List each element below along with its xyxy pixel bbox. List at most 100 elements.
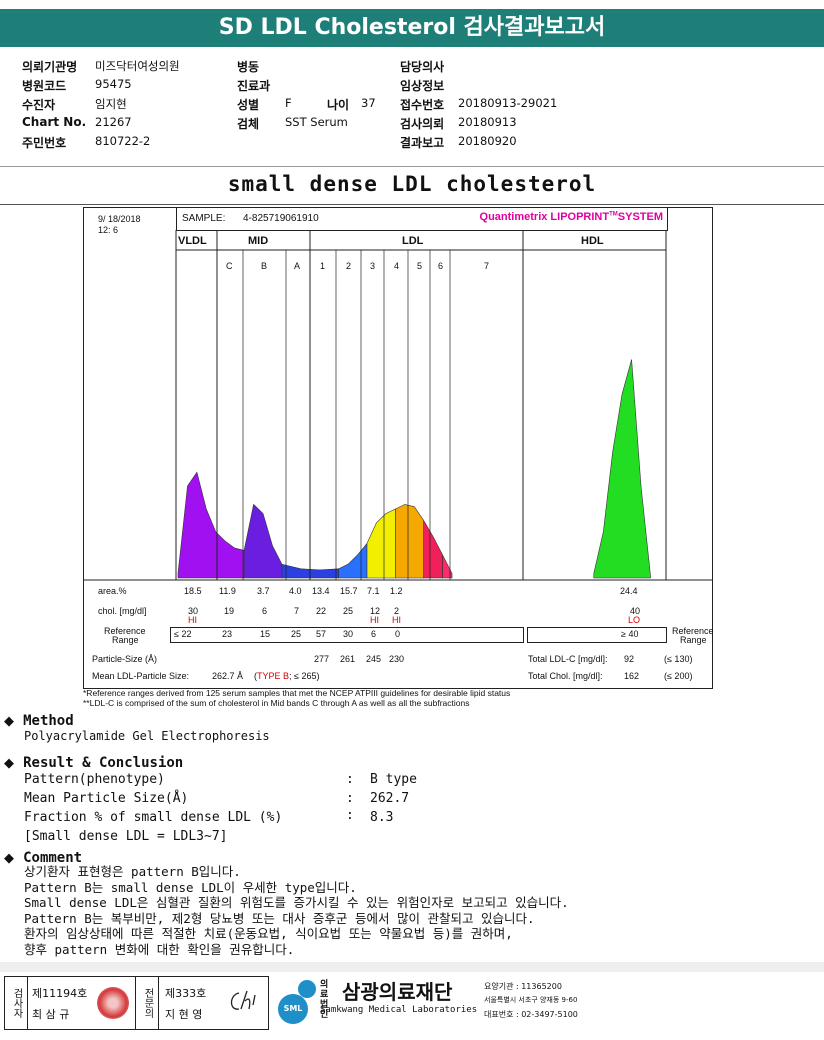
band-a: A [294, 261, 301, 271]
result-label-fraction: Fraction % of small dense LDL (%) [24, 810, 283, 825]
ref-a: 25 [291, 629, 302, 639]
psize-4: 230 [389, 654, 405, 664]
area-b: 3.7 [257, 586, 270, 596]
value-hospital-code: 95475 [95, 77, 132, 91]
area-2: 15.7 [340, 586, 358, 596]
group-mid: MID [248, 235, 269, 247]
value-org: 미즈닥터여성의원 [95, 59, 180, 73]
band-7: 7 [484, 261, 490, 271]
value-patient: 임지현 [95, 97, 127, 111]
result-label-size: Mean Particle Size(Å) [24, 791, 189, 806]
ref-vldl: ≤ 22 [174, 629, 192, 639]
ref-c: 23 [222, 629, 233, 639]
total-chol-value: 162 [624, 671, 640, 681]
row-label-area: area.% [98, 586, 127, 596]
label-age: 나이 [327, 98, 350, 112]
result-section: ◆ Result & Conclusion [4, 752, 183, 771]
label-specimen: 검체 [237, 117, 260, 131]
divider [0, 166, 824, 167]
signature-box: 검사자 제11194호 최 삼 규 전문의 제333호 지 현 영 [4, 976, 269, 1030]
area-4: 1.2 [390, 586, 403, 596]
flag-hdl: LO [628, 615, 641, 625]
total-chol-ref: (≤ 200) [664, 671, 693, 681]
chol-2: 25 [343, 606, 354, 616]
comment-line: 향후 pattern 변화에 대한 확인을 권유합니다. [24, 941, 295, 957]
report-title: SD LDL Cholesterol 검사결과보고서 [0, 9, 824, 47]
ref-hdl: ≥ 40 [621, 629, 639, 639]
group-ldl: LDL [402, 235, 424, 247]
flag-band3: HI [370, 615, 379, 625]
specialist-license: 제333호 [165, 987, 207, 1000]
peak-vldl [177, 471, 245, 579]
signature-icon [230, 990, 256, 1010]
comment-line: Pattern B는 복부비만, 제2형 당뇨병 또는 대사 증후군 등에서 많… [24, 910, 535, 926]
label-ward: 병동 [237, 60, 260, 74]
org-address: 서울특별시 서초구 양재동 9-60 [484, 996, 578, 1004]
tester-name: 최 삼 규 [32, 1008, 70, 1021]
result-note: [Small dense LDL = LDL3~7] [24, 829, 228, 844]
ref-b: 15 [260, 629, 271, 639]
peak-ldl-3 [423, 519, 443, 579]
value-specimen: SST Serum [285, 115, 348, 129]
band-b: B [261, 261, 268, 271]
comment-line: 상기환자 표현형은 pattern B입니다. [24, 864, 241, 879]
tester-vertical-label: 검사자 [5, 977, 28, 1029]
label-department: 진료과 [237, 79, 271, 93]
group-vldl: VLDL [178, 235, 207, 247]
org-phone: 대표번호 : 02-3497-5100 [484, 1010, 578, 1019]
area-c: 11.9 [219, 586, 236, 596]
row-label-psize: Particle-Size (Å) [92, 654, 158, 664]
area-a: 4.0 [289, 586, 302, 596]
result-label-pattern: Pattern(phenotype) [24, 772, 165, 787]
chol-a: 7 [294, 606, 300, 616]
total-ldl-value: 92 [624, 654, 635, 664]
org-code: 요양기관 : 11365200 [484, 982, 562, 991]
band-4: 4 [394, 261, 400, 271]
peak-ldl-2 [395, 504, 424, 579]
method-section: ◆ Method [4, 710, 74, 729]
label-sex: 성별 [237, 98, 260, 112]
specialist-name: 지 현 영 [165, 1008, 203, 1021]
diamond-icon: ◆ [4, 851, 14, 866]
ref-right-label2: Range [680, 635, 707, 645]
result-value-pattern: B type [370, 772, 417, 787]
label-receipt-no: 접수번호 [400, 98, 445, 112]
band-3: 3 [370, 261, 376, 271]
ref-2: 30 [343, 629, 354, 639]
label-patient: 수진자 [22, 98, 56, 112]
comment-line: Small dense LDL은 심혈관 질환의 위험도를 증가시킬 수 있는 … [24, 895, 569, 910]
ref-4: 0 [395, 629, 401, 639]
row-label-mean: Mean LDL-Particle Size: [92, 671, 190, 681]
area-1: 13.4 [312, 586, 330, 596]
label-requested: 검사의뢰 [400, 117, 445, 131]
diamond-icon: ◆ [4, 756, 14, 771]
comment-body: 상기환자 표현형은 pattern B입니다. Pattern B는 small… [24, 864, 569, 957]
label-clinical-info: 임상정보 [400, 79, 445, 93]
row-label-ref2: Range [112, 635, 139, 645]
mean-size-value: 262.7 Å [212, 671, 244, 681]
mean-size-type: TYPE B [257, 671, 290, 681]
value-sex: F [285, 96, 292, 110]
chol-b: 6 [262, 606, 268, 616]
value-chart-no: 21267 [95, 115, 132, 129]
result-sep: : [346, 808, 354, 823]
peak-mid-a [338, 542, 368, 579]
band-c: C [226, 261, 233, 271]
ref-box-hdl [527, 627, 667, 643]
value-age: 37 [361, 96, 376, 110]
ref-3: 6 [371, 629, 377, 639]
org-english-name: Samkwang Medical Laboratories [320, 1005, 478, 1015]
peak-hdl [593, 359, 651, 579]
chol-c: 19 [224, 606, 235, 616]
result-heading: Result & Conclusion [23, 755, 184, 771]
total-ldl-ref: (≤ 130) [664, 654, 693, 664]
mean-size-paren: (TYPE B; ≤ 265) [254, 671, 320, 681]
flag-band4: HI [392, 615, 401, 625]
label-resident-no: 주민번호 [22, 136, 67, 150]
label-doctor: 담당의사 [400, 60, 445, 74]
area-hdl: 24.4 [620, 586, 638, 596]
result-sep: : [346, 772, 354, 787]
total-chol-label: Total Chol. [mg/dl]: [528, 671, 603, 681]
sml-logo-icon: SML [272, 978, 318, 1024]
lipoprint-chart: 9/ 18/2018 12: 6 SAMPLE: 4-825719061910 … [83, 207, 714, 689]
